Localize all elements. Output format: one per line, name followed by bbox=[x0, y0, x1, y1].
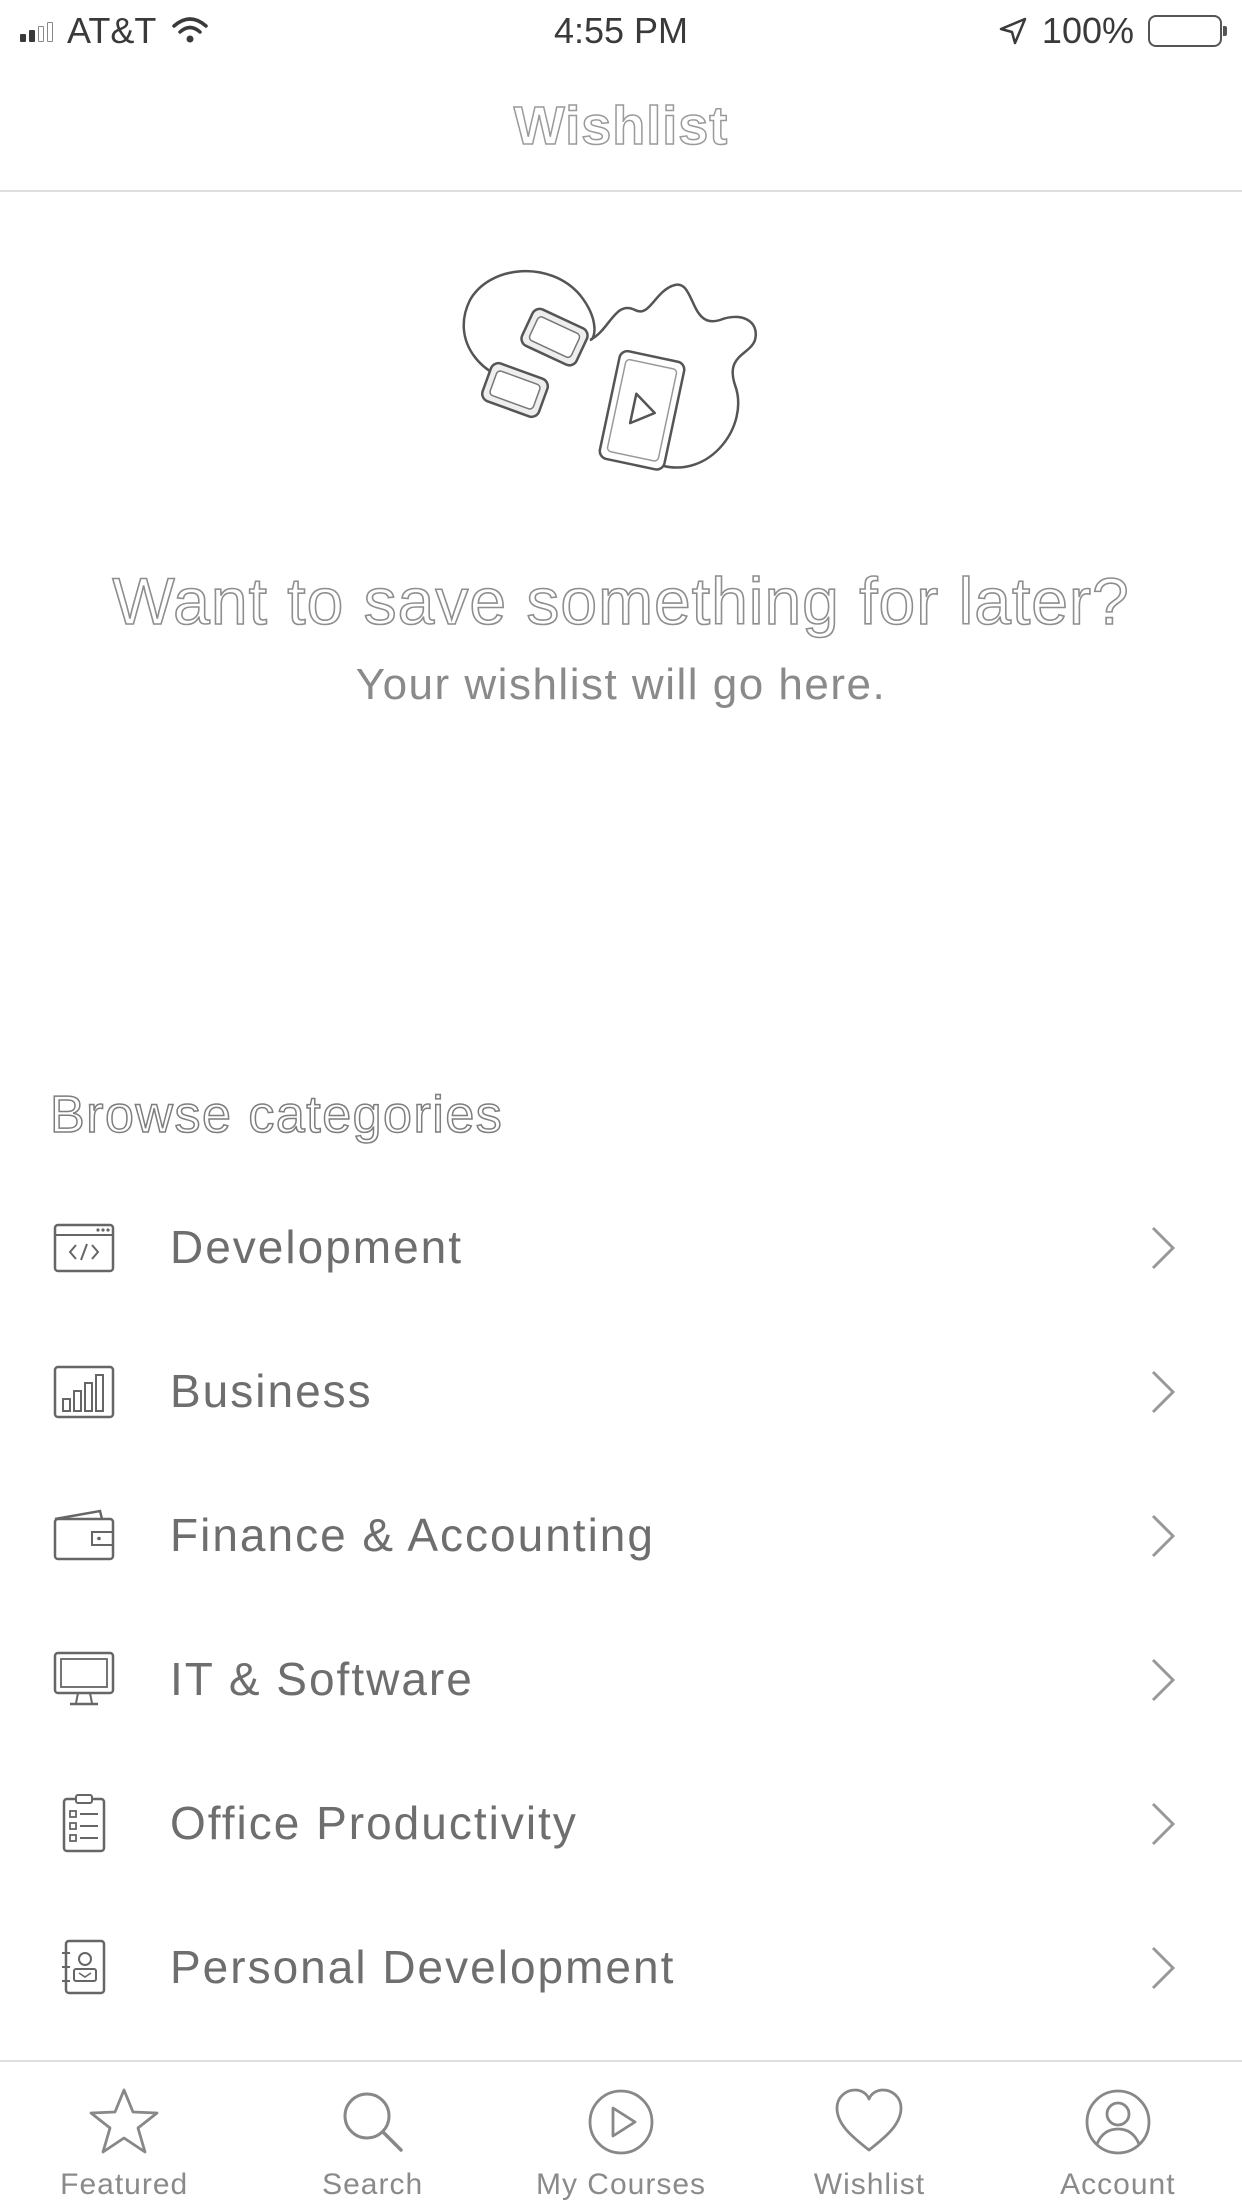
battery-percent: 100% bbox=[1041, 10, 1134, 51]
clock-time: 4:55 PM bbox=[553, 10, 689, 51]
category-row-finance-accounting[interactable]: Finance & Accounting bbox=[0, 1463, 1242, 1607]
chevron-right-icon bbox=[1151, 1658, 1176, 1702]
monitor-icon bbox=[53, 1651, 115, 1706]
chevron-right-icon bbox=[1151, 1226, 1176, 1270]
battery-icon bbox=[1148, 15, 1227, 47]
tab-label: My Courses bbox=[535, 2168, 707, 2201]
bar-chart-icon bbox=[53, 1365, 115, 1419]
status-right: 100% bbox=[998, 10, 1227, 52]
heart-icon bbox=[836, 2088, 903, 2152]
tab-label: Wishlist bbox=[813, 2168, 926, 2201]
wifi-icon bbox=[172, 17, 209, 43]
category-row-development[interactable]: Development bbox=[0, 1175, 1242, 1319]
chevron-right-icon bbox=[1151, 1514, 1176, 1558]
tab-wishlist[interactable]: Wishlist bbox=[745, 2062, 993, 2208]
clipboard-list-icon bbox=[62, 1794, 106, 1853]
chevron-right-icon bbox=[1151, 1370, 1176, 1414]
page-title: Wishlist bbox=[513, 95, 729, 157]
category-label: Personal Development bbox=[170, 1941, 676, 1993]
category-row-office-productivity[interactable]: Office Productivity bbox=[0, 1751, 1242, 1895]
status-bar: AT&T 4:55 PM 100% bbox=[0, 0, 1242, 62]
tab-featured[interactable]: Featured bbox=[0, 2062, 248, 2208]
search-icon bbox=[343, 2092, 403, 2152]
headphones-phone-illustration bbox=[462, 269, 757, 471]
carrier-label: AT&T bbox=[67, 10, 157, 51]
category-list: Development Business Finance & Accountin… bbox=[0, 1175, 1242, 2039]
star-icon bbox=[89, 2088, 159, 2154]
tab-account[interactable]: Account bbox=[994, 2062, 1242, 2208]
cellular-signal-icon bbox=[20, 20, 53, 42]
tab-label: Account bbox=[1060, 2168, 1176, 2201]
category-row-personal-development[interactable]: Personal Development bbox=[0, 1895, 1242, 2039]
contact-book-icon bbox=[62, 1939, 106, 1995]
status-left: AT&T bbox=[20, 10, 210, 52]
category-label: Business bbox=[170, 1365, 373, 1417]
empty-state-title: Want to save something for later? bbox=[112, 563, 1130, 639]
tab-label: Featured bbox=[60, 2168, 189, 2201]
tab-bar: Featured Search My Courses Wishlist Acco… bbox=[0, 2060, 1242, 2208]
play-circle-icon bbox=[588, 2089, 654, 2155]
browse-categories-heading: Browse categories bbox=[49, 1085, 504, 1145]
code-window-icon bbox=[53, 1223, 115, 1273]
tab-label: Search bbox=[322, 2168, 424, 2201]
location-arrow-icon bbox=[999, 17, 1027, 45]
category-label: Office Productivity bbox=[170, 1797, 578, 1849]
empty-state-subtitle: Your wishlist will go here. bbox=[355, 660, 887, 709]
category-label: IT & Software bbox=[170, 1653, 474, 1705]
wallet-icon bbox=[53, 1509, 115, 1561]
chevron-right-icon bbox=[1151, 1802, 1176, 1846]
tab-search[interactable]: Search bbox=[248, 2062, 496, 2208]
category-row-it-software[interactable]: IT & Software bbox=[0, 1607, 1242, 1751]
category-row-business[interactable]: Business bbox=[0, 1319, 1242, 1463]
user-circle-icon bbox=[1085, 2089, 1151, 2155]
category-label: Development bbox=[170, 1221, 464, 1273]
tab-my-courses[interactable]: My Courses bbox=[497, 2062, 745, 2208]
category-label: Finance & Accounting bbox=[170, 1509, 655, 1561]
navigation-bar: Wishlist bbox=[0, 62, 1242, 192]
chevron-right-icon bbox=[1151, 1946, 1176, 1990]
